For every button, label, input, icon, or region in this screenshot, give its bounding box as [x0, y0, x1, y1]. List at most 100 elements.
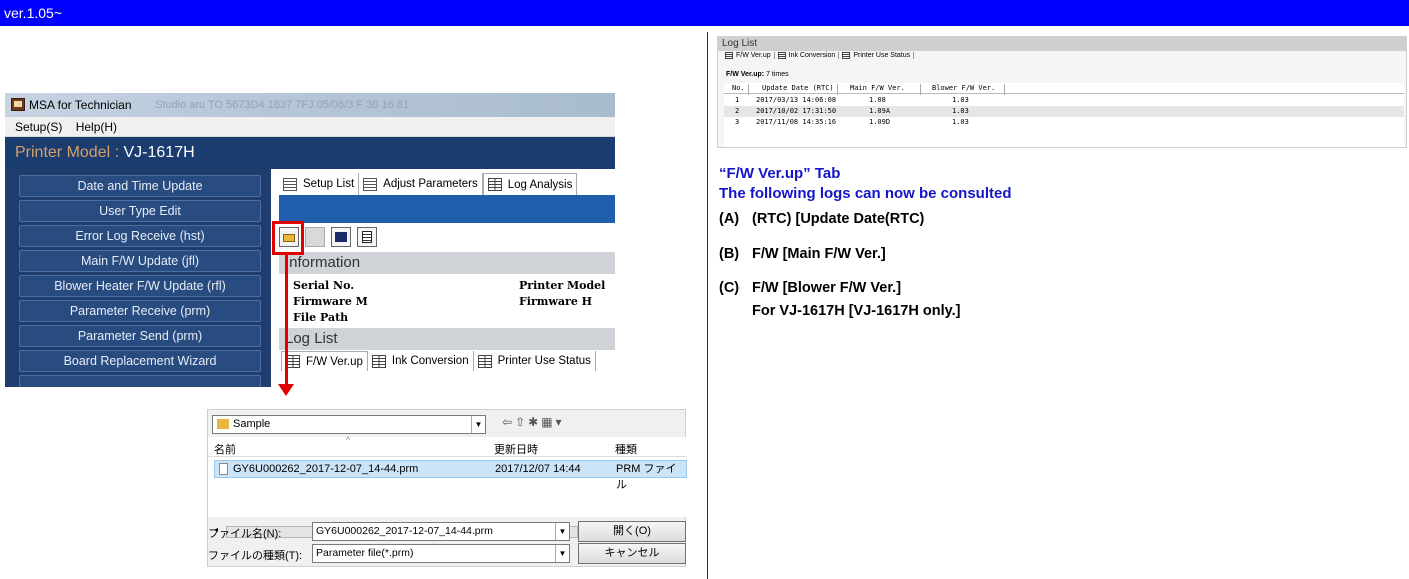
tab-ink-conversion[interactable]: Ink Conversion — [775, 52, 840, 59]
menu-help[interactable]: Help(H) — [76, 120, 117, 134]
tab-fw-ver-up[interactable]: F/W Ver.up — [722, 52, 775, 59]
chevron-down-icon[interactable]: ▼ — [555, 545, 569, 562]
window-title-ghost-text: Studio aru TO 5673D4 1837 7FJ 05/06/3 F … — [155, 99, 409, 111]
tab-label: F/W Ver.up — [306, 355, 363, 368]
fw-ver-up-times: 7 times — [766, 71, 789, 78]
col-blower-fw[interactable]: Blower F/W Ver. — [932, 84, 995, 92]
file-type: PRM ファイル — [616, 463, 677, 491]
note-key: (C) — [719, 280, 740, 296]
menu-bar: Setup(S) Help(H) — [5, 117, 615, 137]
note-text: F/W [Blower F/W Ver.] — [752, 280, 902, 296]
note-text: F/W [Main F/W Ver.] — [752, 246, 886, 262]
cell-blower-fw: 1.03 — [952, 118, 969, 126]
column-divider — [748, 84, 749, 95]
up-folder-icon[interactable]: ⇧ — [515, 415, 528, 429]
arrow-head-icon — [278, 384, 294, 396]
cell-blower-fw: 1.03 — [952, 96, 969, 104]
printer-button[interactable] — [331, 227, 351, 247]
filename-label: ファイル名(N): — [208, 528, 282, 540]
board-replacement-wizard-button[interactable]: Board Replacement Wizard — [19, 350, 261, 372]
tab-label: F/W Ver.up — [736, 52, 771, 59]
printer-icon — [335, 232, 347, 242]
tab-header-strip — [279, 195, 615, 223]
msa-window: MSA for Technician Studio aru TO 5673D4 … — [5, 93, 615, 387]
section-information: Information — [279, 252, 615, 274]
sidebar-item-cut-off[interactable] — [19, 375, 261, 387]
version-banner: ver.1.05~ — [0, 0, 1409, 26]
cell-blower-fw: 1.03 — [952, 107, 969, 115]
main-fw-update-button[interactable]: Main F/W Update (jfl) — [19, 250, 261, 272]
file-row[interactable]: GY6U000262_2017-12-07_14-44.prm 2017/12/… — [214, 460, 687, 491]
main-panel: Setup List Adjust Parameters Log Analysi… — [271, 169, 615, 387]
cancel-button[interactable]: キャンセル — [578, 543, 686, 564]
column-divider — [837, 84, 838, 95]
printer-model-header: Printer Model : VJ-1617H — [5, 137, 615, 169]
function-sidebar: Date and Time Update User Type Edit Erro… — [5, 169, 271, 387]
parameter-receive-button[interactable]: Parameter Receive (prm) — [19, 300, 261, 322]
serial-no-label: Serial No. — [293, 279, 355, 292]
tab-label: Printer Use Status — [853, 52, 911, 59]
date-time-update-button[interactable]: Date and Time Update — [19, 175, 261, 197]
grid-icon — [725, 52, 733, 59]
printer-model-value: VJ-1617H — [123, 144, 195, 161]
table-row[interactable]: 1 2017/03/13 14:06:08 1.08 1.03 — [724, 95, 1404, 106]
disabled-button[interactable] — [305, 227, 325, 247]
col-no[interactable]: No. — [732, 84, 745, 92]
table-row[interactable]: 2 2017/10/02 17:31:50 1.09A 1.03 — [724, 106, 1404, 117]
tab-printer-use-status[interactable]: Printer Use Status — [473, 351, 596, 371]
log-list-title: Log List — [718, 37, 1406, 51]
tab-log-analysis[interactable]: Log Analysis — [482, 173, 578, 195]
tab-ink-conversion[interactable]: Ink Conversion — [367, 351, 474, 371]
col-update-date[interactable]: Update Date (RTC) — [762, 84, 834, 92]
grid-icon — [286, 355, 300, 368]
filetype-select[interactable]: Parameter file(*.prm) ▼ — [312, 544, 570, 563]
col-name[interactable]: 名前 — [214, 441, 236, 457]
fw-log-table: No. Update Date (RTC) Main F/W Ver. Blow… — [724, 83, 1404, 147]
parameter-send-button[interactable]: Parameter Send (prm) — [19, 325, 261, 347]
cell-main-fw: 1.09D — [869, 118, 891, 126]
open-button[interactable]: 開く(O) — [578, 521, 686, 542]
folder-combobox[interactable]: Sample ▼ — [212, 415, 486, 434]
tab-adjust-parameters[interactable]: Adjust Parameters — [359, 173, 483, 195]
col-main-fw[interactable]: Main F/W Ver. — [850, 84, 905, 92]
log-tabs: F/W Ver.up Ink Conversion Printer Use St… — [281, 351, 596, 371]
table-header: No. Update Date (RTC) Main F/W Ver. Blow… — [724, 83, 1404, 95]
tab-setup-list[interactable]: Setup List — [279, 173, 360, 195]
tab-label: Ink Conversion — [788, 52, 836, 59]
column-divider — [1004, 84, 1005, 95]
chevron-down-icon[interactable]: ▼ — [471, 416, 485, 433]
arrow-line — [285, 255, 288, 385]
note-item-c-sub: For VJ-1617H [VJ-1617H only.] — [752, 303, 961, 319]
note-item-c: (C) F/W [Blower F/W Ver.] — [719, 279, 901, 298]
tab-printer-use-status[interactable]: Printer Use Status — [839, 52, 915, 59]
filetype-label: ファイルの種類(T): — [208, 550, 303, 562]
filename-value: GY6U000262_2017-12-07_14-44.prm — [316, 525, 493, 537]
view-menu-icon[interactable]: ▦▾ — [541, 415, 564, 429]
document-button[interactable] — [357, 227, 377, 247]
tab-fw-ver-up[interactable]: F/W Ver.up — [281, 351, 368, 371]
printer-model-label: Printer Model : — [15, 144, 120, 161]
user-type-edit-button[interactable]: User Type Edit — [19, 200, 261, 222]
printer-model-info-label: Printer Model — [519, 279, 606, 292]
cell-date: 2017/11/08 14:35:16 — [756, 118, 837, 126]
dialog-toolbar: ⇦⇧✱▦▾ — [502, 415, 565, 429]
filename-input[interactable]: GY6U000262_2017-12-07_14-44.prm ▼ — [312, 522, 570, 541]
cell-date: 2017/10/02 17:31:50 — [756, 107, 837, 115]
col-type[interactable]: 種類 — [615, 441, 637, 457]
file-path-label: File Path — [293, 311, 349, 324]
cell-no: 2 — [735, 107, 740, 115]
list-icon — [363, 177, 378, 191]
chevron-down-icon[interactable]: ▼ — [555, 523, 569, 540]
blower-heater-fw-update-button[interactable]: Blower Heater F/W Update (rfl) — [19, 275, 261, 297]
table-row[interactable]: 3 2017/11/08 14:35:16 1.09D 1.03 — [724, 117, 1404, 128]
file-name: GY6U000262_2017-12-07_14-44.prm — [233, 463, 419, 475]
error-log-receive-button[interactable]: Error Log Receive (hst) — [19, 225, 261, 247]
notes-title-tab: “F/W Ver.up” Tab — [719, 165, 841, 182]
grid-icon — [842, 52, 851, 59]
new-folder-icon[interactable]: ✱ — [528, 415, 541, 429]
cell-main-fw: 1.09A — [869, 107, 891, 115]
cell-date: 2017/03/13 14:06:08 — [756, 96, 837, 104]
col-date[interactable]: 更新日時 — [494, 441, 538, 457]
menu-setup[interactable]: Setup(S) — [15, 120, 62, 134]
back-icon[interactable]: ⇦ — [502, 415, 515, 429]
